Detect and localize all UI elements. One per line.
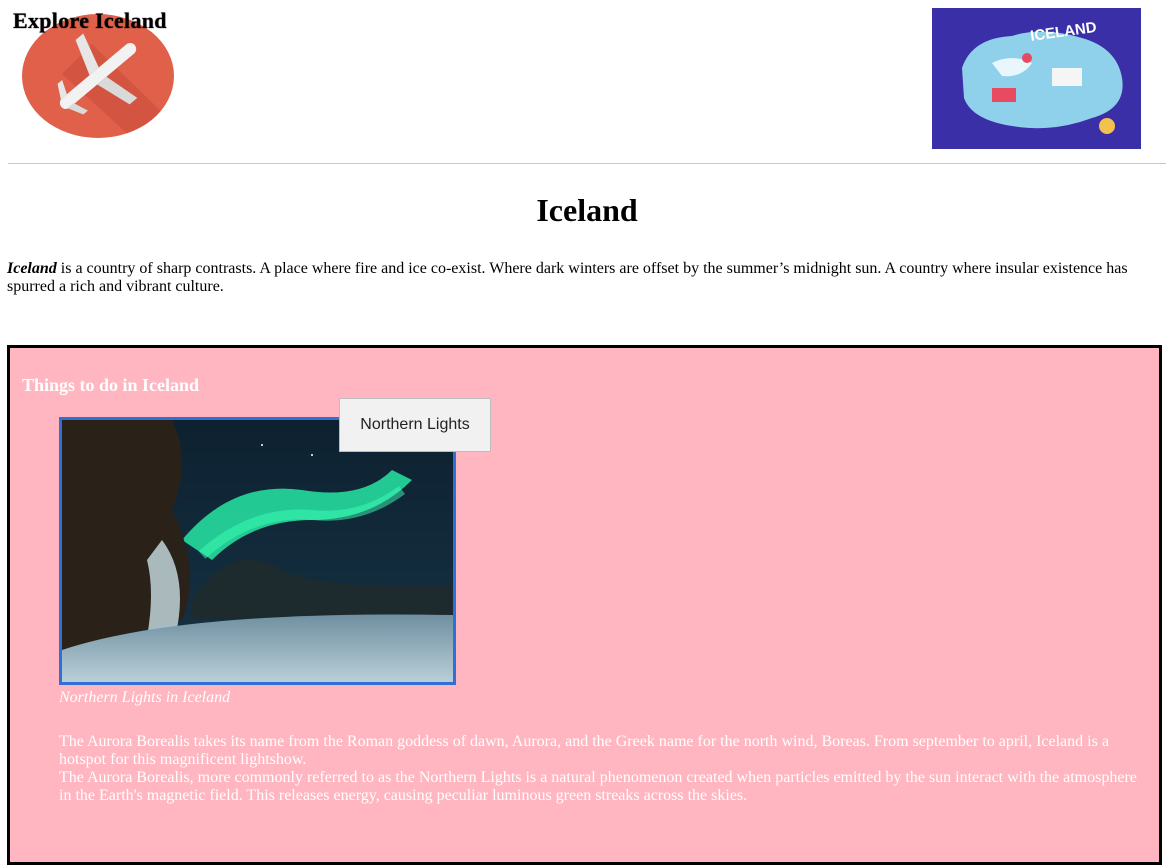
intro-text: is a country of sharp contrasts. A place… [7,260,1128,295]
aurora-description: The Aurora Borealis takes its name from … [59,733,1139,805]
intro-lead-word: Iceland [7,260,57,277]
header-divider [8,163,1166,164]
description-paragraph-2: The Aurora Borealis, more commonly refer… [59,769,1137,804]
site-title: Explore Iceland [13,8,167,33]
things-to-do-section: Things to do in Iceland Northern Lights … [7,345,1162,865]
intro-paragraph: Iceland is a country of sharp contrasts.… [7,260,1157,296]
description-paragraph-1: The Aurora Borealis takes its name from … [59,733,1109,768]
northern-lights-photo[interactable] [59,417,456,685]
photo-tooltip: Northern Lights [339,398,491,452]
page-title: Iceland [536,192,638,228]
iceland-map-image: ICELAND [932,8,1141,149]
photo-caption: Northern Lights in Iceland [59,689,231,706]
site-header: Explore Iceland ICELAND [0,0,1174,165]
things-title: Things to do in Iceland [22,375,200,395]
